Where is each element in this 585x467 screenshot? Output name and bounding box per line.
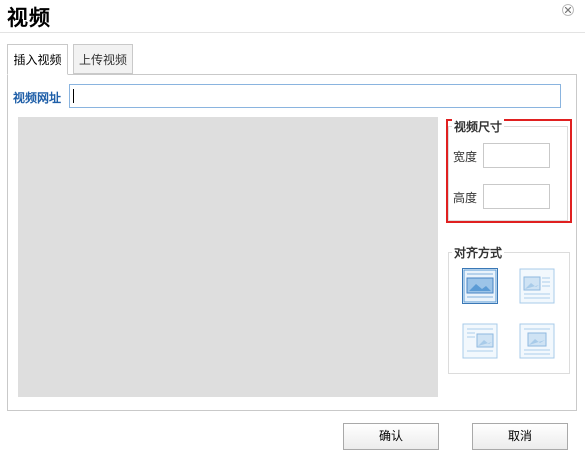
height-label: 高度 (453, 191, 478, 205)
align-center-option[interactable] (519, 323, 555, 359)
height-input[interactable] (483, 184, 550, 209)
video-url-label: 视频网址 (13, 91, 62, 105)
video-size-legend: 视频尺寸 (452, 118, 505, 135)
tab-upload-video[interactable]: 上传视频 (73, 44, 133, 74)
align-left-option[interactable] (519, 268, 555, 304)
align-right-icon (462, 323, 498, 359)
align-left-icon (519, 268, 555, 304)
align-none-icon (463, 269, 497, 303)
text-caret (73, 89, 74, 103)
alignment-legend: 对齐方式 (452, 244, 505, 261)
cancel-button[interactable]: 取消 (472, 423, 568, 450)
width-label: 宽度 (453, 150, 478, 164)
align-none-option[interactable] (462, 268, 498, 304)
dialog-title: 视频 (7, 6, 51, 30)
align-center-icon (519, 323, 555, 359)
close-icon[interactable] (562, 4, 574, 16)
title-divider (0, 32, 585, 33)
align-right-option[interactable] (462, 323, 498, 359)
video-preview-area (18, 117, 438, 397)
video-url-input[interactable] (69, 84, 561, 108)
confirm-button[interactable]: 确认 (343, 423, 439, 450)
width-input[interactable] (483, 143, 550, 168)
tab-insert-video[interactable]: 插入视频 (7, 44, 68, 75)
